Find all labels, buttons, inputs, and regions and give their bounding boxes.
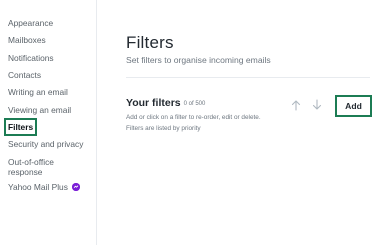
sidebar-item-out-of-office-response[interactable]: Out-of-office response [8,157,54,177]
settings-sidebar: Appearance Mailboxes Notifications Conta… [0,0,97,245]
plus-badge-icon [72,182,81,191]
divider [126,77,370,78]
page-title: Filters [126,33,174,52]
add-filter-button[interactable]: Add [335,95,372,117]
sidebar-item-label-line2: response [8,167,43,177]
sidebar-item-mailboxes[interactable]: Mailboxes [8,35,46,45]
filters-description: Add or click on a filter to re-order, ed… [126,114,261,132]
arrow-up-icon [291,100,301,111]
sidebar-item-notifications[interactable]: Notifications [8,53,54,63]
sidebar-item-label: Yahoo Mail Plus [8,182,68,192]
your-filters-heading: Your filters 0 of 500 [126,97,205,109]
move-down-button[interactable] [312,99,322,111]
sidebar-item-writing-an-email[interactable]: Writing an email [8,87,68,97]
move-up-button[interactable] [291,99,301,111]
page-subtitle: Set filters to organise incoming emails [126,55,271,65]
filter-count: 0 of 500 [183,101,206,107]
sidebar-item-filters[interactable]: Filters [3,118,38,136]
filters-panel: Filters Set filters to organise incoming… [97,0,375,245]
sidebar-item-viewing-an-email[interactable]: Viewing an email [8,105,71,115]
arrow-down-icon [312,99,322,110]
settings-window: Appearance Mailboxes Notifications Conta… [0,0,375,245]
sidebar-item-appearance[interactable]: Appearance [8,18,53,28]
section-title: Your filters [126,97,181,109]
add-button-label: Add [345,101,362,111]
sidebar-item-yahoo-mail-plus[interactable]: Yahoo Mail Plus [8,182,81,192]
sidebar-item-label: Out-of-office [8,157,54,167]
sidebar-item-security-and-privacy[interactable]: Security and privacy [8,139,83,149]
sidebar-item-contacts[interactable]: Contacts [8,70,41,80]
